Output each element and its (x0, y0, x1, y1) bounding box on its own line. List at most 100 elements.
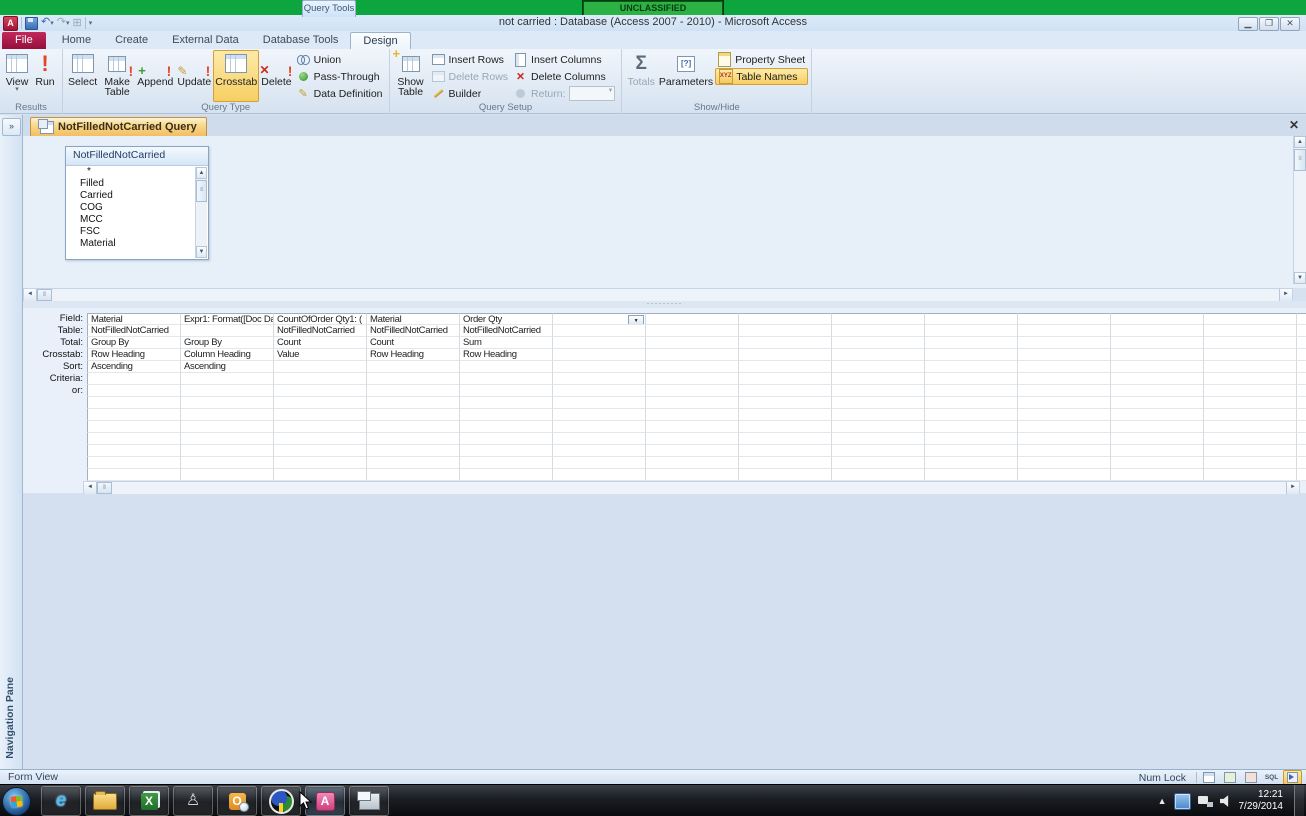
field-list-item[interactable]: Filled (66, 178, 208, 190)
grid-cell[interactable]: Expr1: Format([Doc Da (181, 313, 274, 325)
grid-cell[interactable] (739, 337, 832, 349)
grid-cell[interactable] (739, 361, 832, 373)
grid-cell[interactable] (1111, 385, 1204, 397)
grid-cell[interactable] (367, 445, 460, 457)
grid-cell[interactable] (460, 469, 553, 481)
grid-cell[interactable] (646, 469, 739, 481)
grid-cell[interactable] (646, 445, 739, 457)
grid-cell[interactable] (832, 397, 925, 409)
show-hidden-icons-button[interactable]: ▲ (1158, 796, 1167, 806)
grid-cell[interactable] (832, 373, 925, 385)
return-combobox[interactable] (569, 86, 616, 101)
grid-cell[interactable] (1111, 349, 1204, 361)
scroll-down-icon[interactable]: ▼ (1294, 272, 1306, 284)
grid-cell[interactable] (1111, 325, 1204, 337)
grid-cell[interactable] (925, 325, 1018, 337)
grid-cell[interactable] (1111, 445, 1204, 457)
grid-cell[interactable] (460, 397, 553, 409)
field-list-item[interactable]: Material (66, 238, 208, 250)
grid-cell[interactable]: CountOfOrder Qty1: ( (274, 313, 367, 325)
grid-cell[interactable] (1204, 349, 1297, 361)
grid-cell[interactable]: Group By (181, 337, 274, 349)
tab-file[interactable]: File (2, 32, 46, 49)
grid-cell[interactable] (1204, 361, 1297, 373)
grid-cell[interactable] (1018, 445, 1111, 457)
pane-splitter[interactable]: ········· (23, 299, 1306, 308)
grid-cell[interactable] (181, 397, 274, 409)
grid-cell[interactable]: Material (87, 313, 181, 325)
grid-cell[interactable] (1111, 409, 1204, 421)
grid-cell[interactable] (925, 385, 1018, 397)
design-view-button[interactable] (1283, 770, 1302, 785)
grid-cell[interactable] (87, 433, 181, 445)
grid-cell[interactable] (181, 373, 274, 385)
delete-button[interactable]: ✕! Delete (259, 50, 293, 102)
grid-cell[interactable] (925, 421, 1018, 433)
grid-cell[interactable] (87, 421, 181, 433)
taskbar-excel[interactable]: X (129, 786, 169, 816)
grid-cell[interactable]: Sum (460, 337, 553, 349)
restore-button[interactable]: ❐ (1259, 17, 1279, 31)
grid-cell[interactable] (274, 373, 367, 385)
grid-cell[interactable] (87, 469, 181, 481)
tab-home[interactable]: Home (50, 32, 103, 49)
grid-cell[interactable] (1111, 313, 1204, 325)
grid-cell[interactable] (460, 457, 553, 469)
grid-cell[interactable]: Value (274, 349, 367, 361)
grid-cell[interactable] (739, 445, 832, 457)
pass-through-button[interactable]: Pass-Through (294, 68, 386, 85)
grid-cell[interactable] (925, 409, 1018, 421)
field-list-card[interactable]: NotFilledNotCarried * Filled Carried COG MCC… (65, 146, 209, 260)
grid-cell[interactable] (1204, 457, 1297, 469)
grid-cell[interactable] (832, 349, 925, 361)
expand-nav-pane-button[interactable]: » (2, 118, 21, 136)
grid-cell[interactable] (1297, 373, 1306, 385)
grid-cell[interactable] (1297, 421, 1306, 433)
grid-cell[interactable] (646, 349, 739, 361)
grid-cell[interactable]: Ascending (181, 361, 274, 373)
field-list-item[interactable]: Carried (66, 190, 208, 202)
grid-cell[interactable] (274, 421, 367, 433)
grid-cell[interactable] (925, 313, 1018, 325)
view-button[interactable]: View ▾ (3, 50, 31, 102)
grid-cell[interactable] (181, 385, 274, 397)
grid-cell[interactable]: NotFilledNotCarried (87, 325, 181, 337)
pivotchart-view-button[interactable] (1241, 770, 1260, 785)
taskbar-gray-app[interactable]: ♙ (173, 786, 213, 816)
grid-cell[interactable] (1018, 325, 1111, 337)
sql-view-button[interactable]: SQL (1262, 770, 1281, 785)
document-tab[interactable]: NotFilledNotCarried Query (30, 117, 207, 136)
grid-cell[interactable] (646, 421, 739, 433)
grid-cell[interactable] (367, 385, 460, 397)
scroll-left-icon[interactable]: ◄ (24, 289, 37, 301)
select-button[interactable]: Select (66, 50, 99, 102)
grid-cell[interactable] (367, 457, 460, 469)
grid-cell[interactable] (646, 313, 739, 325)
grid-cell[interactable] (1018, 313, 1111, 325)
grid-cell[interactable] (553, 457, 646, 469)
taskbar-windows-explorer[interactable] (85, 786, 125, 816)
grid-cell[interactable] (367, 361, 460, 373)
grid-cell[interactable] (367, 373, 460, 385)
tab-create[interactable]: Create (103, 32, 160, 49)
grid-cell[interactable] (87, 457, 181, 469)
show-desktop-button[interactable] (1294, 785, 1304, 816)
grid-cell[interactable] (832, 409, 925, 421)
grid-cell[interactable] (1018, 397, 1111, 409)
scrollbar-thumb[interactable]: ⦀ (97, 482, 112, 494)
grid-cell[interactable]: Group By (87, 337, 181, 349)
grid-cell[interactable] (1111, 337, 1204, 349)
grid-cell[interactable] (274, 361, 367, 373)
scroll-left-icon[interactable]: ◄ (84, 482, 97, 494)
grid-cell[interactable] (181, 325, 274, 337)
grid-cell[interactable] (646, 385, 739, 397)
grid-cell[interactable] (553, 397, 646, 409)
grid-cell[interactable] (274, 457, 367, 469)
field-list-scrollbar[interactable]: ▲ ≡ ▼ (195, 167, 207, 258)
grid-cell[interactable] (1297, 361, 1306, 373)
minimize-button[interactable]: ▁ (1238, 17, 1258, 31)
scroll-right-icon[interactable]: ► (1286, 482, 1299, 494)
run-button[interactable]: ! Run (31, 50, 59, 102)
grid-cell[interactable] (553, 469, 646, 481)
grid-cell[interactable]: Ascending (87, 361, 181, 373)
